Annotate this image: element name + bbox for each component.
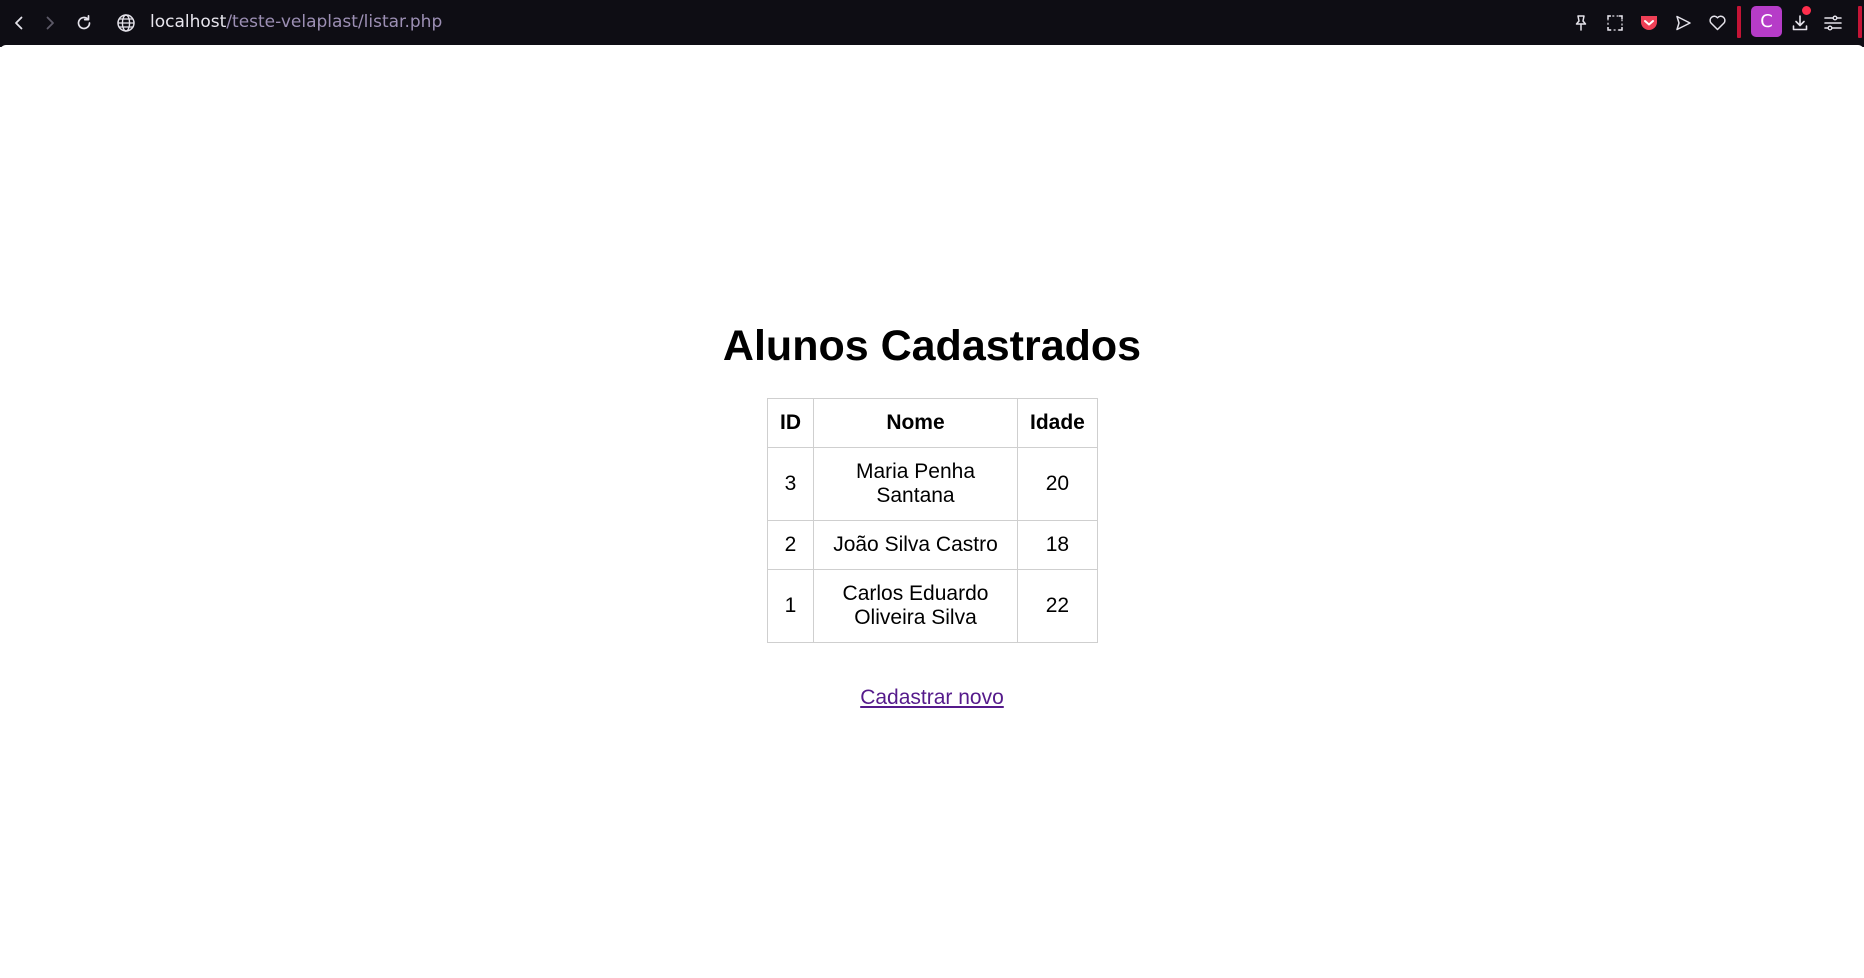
table-row: 2 João Silva Castro 18 xyxy=(767,520,1098,570)
snapshot-icon xyxy=(1606,14,1624,32)
cell-nome: Carlos Eduardo Oliveira Silva xyxy=(813,569,1018,643)
browser-toolbar: localhost/teste-velaplast/listar.php C xyxy=(0,0,1864,45)
nome-line: Maria Penha xyxy=(855,460,976,483)
favorite-button[interactable] xyxy=(1704,10,1730,36)
cell-idade: 22 xyxy=(1017,569,1098,643)
back-button[interactable] xyxy=(6,10,32,36)
menu-button[interactable] xyxy=(1820,10,1846,36)
downloads-badge xyxy=(1802,6,1811,15)
url-host: localhost xyxy=(150,12,227,32)
cadastrar-novo-link[interactable]: Cadastrar novo xyxy=(860,686,1004,709)
table-header-row: ID Nome Idade xyxy=(767,398,1098,448)
site-info-button[interactable] xyxy=(113,10,139,36)
header-id: ID xyxy=(767,398,814,448)
url-path: /teste-velaplast/listar.php xyxy=(226,12,443,32)
cell-id: 1 xyxy=(767,569,814,643)
cell-idade: 20 xyxy=(1017,447,1098,521)
profile-avatar[interactable]: C xyxy=(1751,6,1782,37)
forward-arrow-icon xyxy=(42,15,58,31)
pin-button[interactable] xyxy=(1568,10,1594,36)
table-row: 3 Maria Penha Santana 20 xyxy=(767,447,1098,521)
heart-icon xyxy=(1708,14,1727,32)
globe-icon xyxy=(116,13,136,33)
reload-button[interactable] xyxy=(71,10,97,36)
toolbar-divider xyxy=(1737,6,1741,38)
cell-id: 3 xyxy=(767,447,814,521)
pocket-button[interactable] xyxy=(1636,10,1662,36)
back-arrow-icon xyxy=(11,15,27,31)
download-icon xyxy=(1791,14,1809,32)
cell-idade: 18 xyxy=(1017,520,1098,570)
nome-line: Santana xyxy=(876,484,955,507)
nome-line: Carlos Eduardo xyxy=(842,582,989,605)
page-content: Alunos Cadastrados ID Nome Idade 3 Maria… xyxy=(0,45,1864,978)
header-nome: Nome xyxy=(813,398,1018,448)
cell-id: 2 xyxy=(767,520,814,570)
header-idade: Idade xyxy=(1017,398,1098,448)
menu-icon xyxy=(1823,14,1843,32)
new-link-container: Cadastrar novo xyxy=(0,685,1864,711)
send-icon xyxy=(1674,14,1692,32)
page-title: Alunos Cadastrados xyxy=(722,322,1142,370)
forward-button[interactable] xyxy=(37,10,63,36)
nome-line: Oliveira Silva xyxy=(854,606,977,629)
address-bar[interactable]: localhost/teste-velaplast/listar.php xyxy=(150,11,442,33)
snapshot-button[interactable] xyxy=(1602,10,1628,36)
pocket-icon xyxy=(1639,13,1659,33)
students-table: ID Nome Idade 3 Maria Penha Santana 20 2 … xyxy=(767,398,1098,643)
reload-icon xyxy=(75,14,93,32)
toolbar-edge-accent xyxy=(1858,6,1862,38)
pin-icon xyxy=(1572,14,1590,32)
cell-nome: João Silva Castro xyxy=(813,520,1018,570)
cell-nome: Maria Penha Santana xyxy=(813,447,1018,521)
table-row: 1 Carlos Eduardo Oliveira Silva 22 xyxy=(767,569,1098,643)
send-button[interactable] xyxy=(1670,10,1696,36)
